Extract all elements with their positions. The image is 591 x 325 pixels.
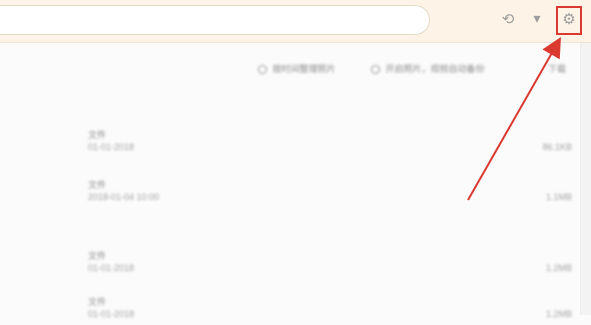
list-item-subtitle: 01-01-2018 <box>88 142 135 152</box>
calendar-icon <box>258 65 267 75</box>
auto-backup-button[interactable]: 开启照片，视频自动备份 <box>371 62 485 76</box>
auto-backup-label: 开启照片，视频自动备份 <box>385 64 485 74</box>
scrollbar[interactable] <box>580 43 591 315</box>
download-button[interactable]: 下载 <box>548 62 566 76</box>
organize-photos-label: 按时间整理照片 <box>272 64 336 74</box>
download-label: 下载 <box>548 64 567 74</box>
list-item-value: 86.1KB <box>542 142 572 152</box>
list-item-title: 文件 <box>88 297 107 307</box>
list-item-title: 文件 <box>88 180 107 190</box>
list-item-value: 1.2MB <box>545 309 572 319</box>
list-item[interactable]: 文件 01-01-2018 86.1KB <box>88 128 572 158</box>
list-item-value: 1.1MB <box>545 192 572 202</box>
list-item-subtitle: 01-01-2018 <box>88 309 135 319</box>
settings-button[interactable]: ⚙ <box>556 6 582 35</box>
filter-icon[interactable]: ▾ <box>528 12 546 30</box>
list-item-title: 文件 <box>88 251 107 261</box>
list-item-title: 文件 <box>88 130 107 140</box>
search-input[interactable] <box>0 5 430 35</box>
list-item[interactable]: 文件 01-01-2018 1.2MB <box>88 295 572 325</box>
list-item-subtitle: 2018-01-04 10:00 <box>88 192 160 202</box>
top-bar: ⟲ ▾ ⚙ <box>0 0 591 43</box>
sync-icon[interactable]: ⟲ <box>499 12 517 30</box>
gear-icon[interactable]: ⚙ <box>561 12 577 28</box>
backup-icon <box>371 65 380 75</box>
list-item-subtitle: 01-01-2018 <box>88 263 135 273</box>
list-item-value: 1.2MB <box>545 263 572 273</box>
list-item[interactable]: 文件 2018-01-04 10:00 1.1MB <box>88 178 572 208</box>
organize-photos-button[interactable]: 按时间整理照片 <box>258 62 336 76</box>
list-item[interactable]: 文件 01-01-2018 1.2MB <box>88 249 572 279</box>
